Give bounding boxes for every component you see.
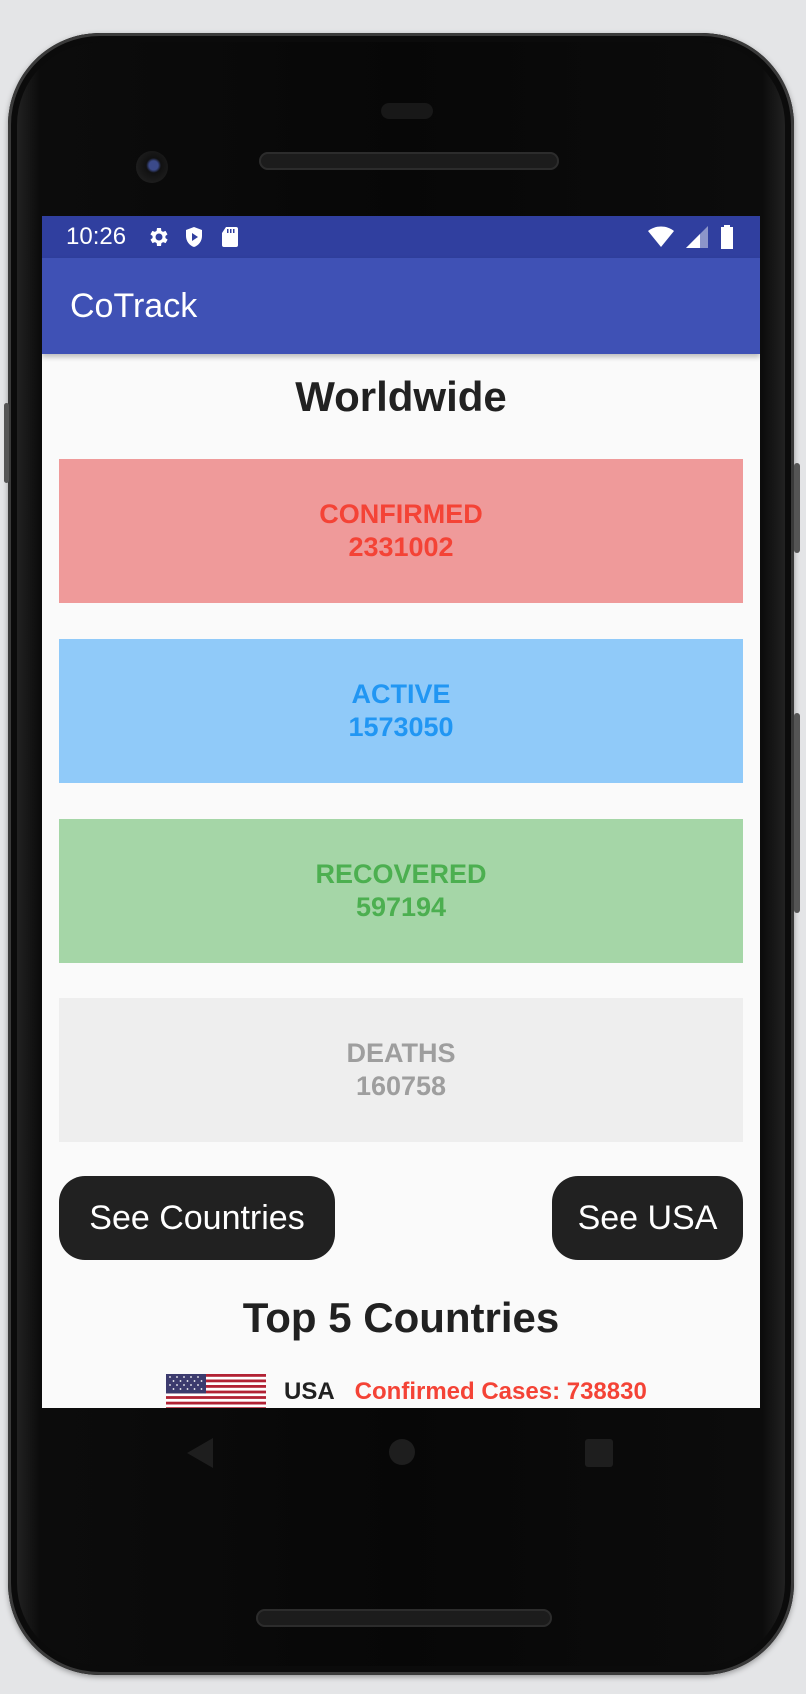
confirmed-value: 2331002 — [348, 532, 454, 562]
earpiece — [381, 103, 433, 119]
power-button — [794, 463, 800, 553]
confirmed-label: CONFIRMED — [319, 499, 483, 529]
usa-flag-icon — [166, 1374, 266, 1408]
app-screen: 10:26 CoTrack Worldwide CONFIRMED 233100… — [42, 216, 760, 1408]
signal-icon — [686, 226, 708, 248]
recents-icon[interactable] — [585, 1439, 613, 1467]
status-bar: 10:26 — [42, 216, 760, 258]
app-title: CoTrack — [70, 287, 198, 325]
gear-icon — [150, 228, 168, 246]
deaths-label: DEATHS — [346, 1038, 456, 1068]
list-item[interactable]: USA Confirmed Cases: 738830 — [166, 1372, 647, 1408]
app-toolbar: CoTrack — [42, 258, 760, 354]
sd-card-icon — [222, 227, 238, 247]
wifi-icon — [648, 226, 674, 247]
country-confirmed-cases: Confirmed Cases: 738830 — [354, 1378, 647, 1405]
confirmed-card: CONFIRMED 2331002 — [59, 459, 743, 603]
back-icon[interactable] — [187, 1438, 213, 1468]
volume-button — [794, 713, 800, 913]
active-label: ACTIVE — [351, 679, 451, 709]
active-value: 1573050 — [348, 712, 454, 742]
left-side-button — [4, 403, 9, 483]
worldwide-heading: Worldwide — [295, 373, 507, 420]
home-icon[interactable] — [388, 1438, 416, 1466]
navigation-bar — [42, 1408, 760, 1492]
front-camera-icon — [136, 151, 168, 183]
top-countries-heading: Top 5 Countries — [242, 1294, 560, 1341]
country-name: USA — [284, 1378, 335, 1405]
recovered-value: 597194 — [355, 892, 447, 922]
status-icons-left — [146, 225, 242, 249]
top-speaker-grille — [259, 152, 559, 170]
see-countries-button[interactable]: See Countries — [59, 1176, 335, 1260]
shield-play-icon — [186, 227, 202, 247]
bottom-speaker-grille — [256, 1609, 552, 1627]
recovered-card: RECOVERED 597194 — [59, 819, 743, 963]
active-card: ACTIVE 1573050 — [59, 639, 743, 783]
deaths-value: 160758 — [355, 1071, 447, 1101]
battery-icon — [721, 225, 733, 249]
status-icons-right — [648, 225, 734, 249]
status-time: 10:26 — [66, 223, 127, 250]
see-usa-button[interactable]: See USA — [552, 1176, 743, 1260]
recovered-label: RECOVERED — [315, 859, 487, 889]
deaths-card: DEATHS 160758 — [59, 998, 743, 1142]
